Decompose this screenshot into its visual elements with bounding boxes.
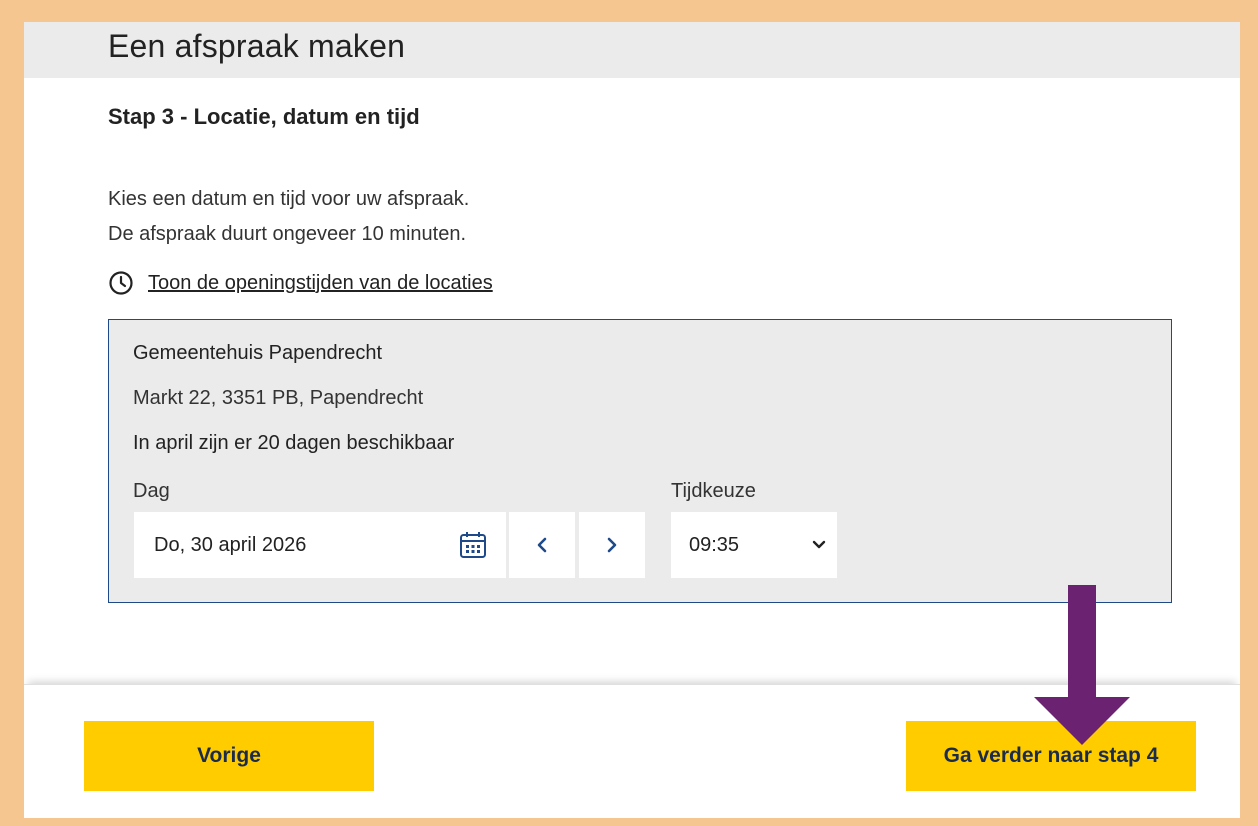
chevron-left-icon [537,537,547,553]
step-title: Stap 3 - Locatie, datum en tijd [108,104,420,129]
location-name: Gemeentehuis Papendrecht [133,342,383,364]
intro-line: Kies een datum en tijd voor uw afspraak. [108,188,470,210]
availability-text: In april zijn er 20 dagen beschikbaar [133,432,455,454]
chevron-down-icon [812,540,826,549]
date-input[interactable]: Do, 30 april 2026 [134,512,506,578]
intro-line: De afspraak duurt ongeveer 10 minuten. [108,223,466,245]
page-title: Een afspraak maken [108,28,406,64]
time-value[interactable]: 09:35 [689,534,739,557]
location-card: Gemeentehuis Papendrecht Markt 22, 3351 … [108,319,1172,603]
date-value[interactable]: Do, 30 april 2026 [154,534,458,557]
previous-day-button[interactable] [509,512,575,578]
location-address: Markt 22, 3351 PB, Papendrecht [133,387,424,409]
time-label: Tijdkeuze [671,480,756,502]
opening-hours-link[interactable]: Toon de openingstijden van de locaties [108,270,493,296]
previous-step-button[interactable]: Vorige [84,721,374,791]
calendar-icon[interactable] [458,530,488,560]
page-header: Een afspraak maken [24,22,1240,78]
time-select[interactable]: 09:35 [671,512,837,578]
appointment-page: Een afspraak maken Stap 3 - Locatie, dat… [24,22,1240,818]
intro-text: Kies een datum en tijd voor uw afspraak.… [108,182,469,252]
opening-hours-link-text[interactable]: Toon de openingstijden van de locaties [148,272,493,295]
chevron-right-icon [607,537,617,553]
day-label: Dag [133,480,170,502]
clock-icon [109,271,133,295]
arrow-down-icon [1034,585,1130,745]
next-day-button[interactable] [579,512,645,578]
